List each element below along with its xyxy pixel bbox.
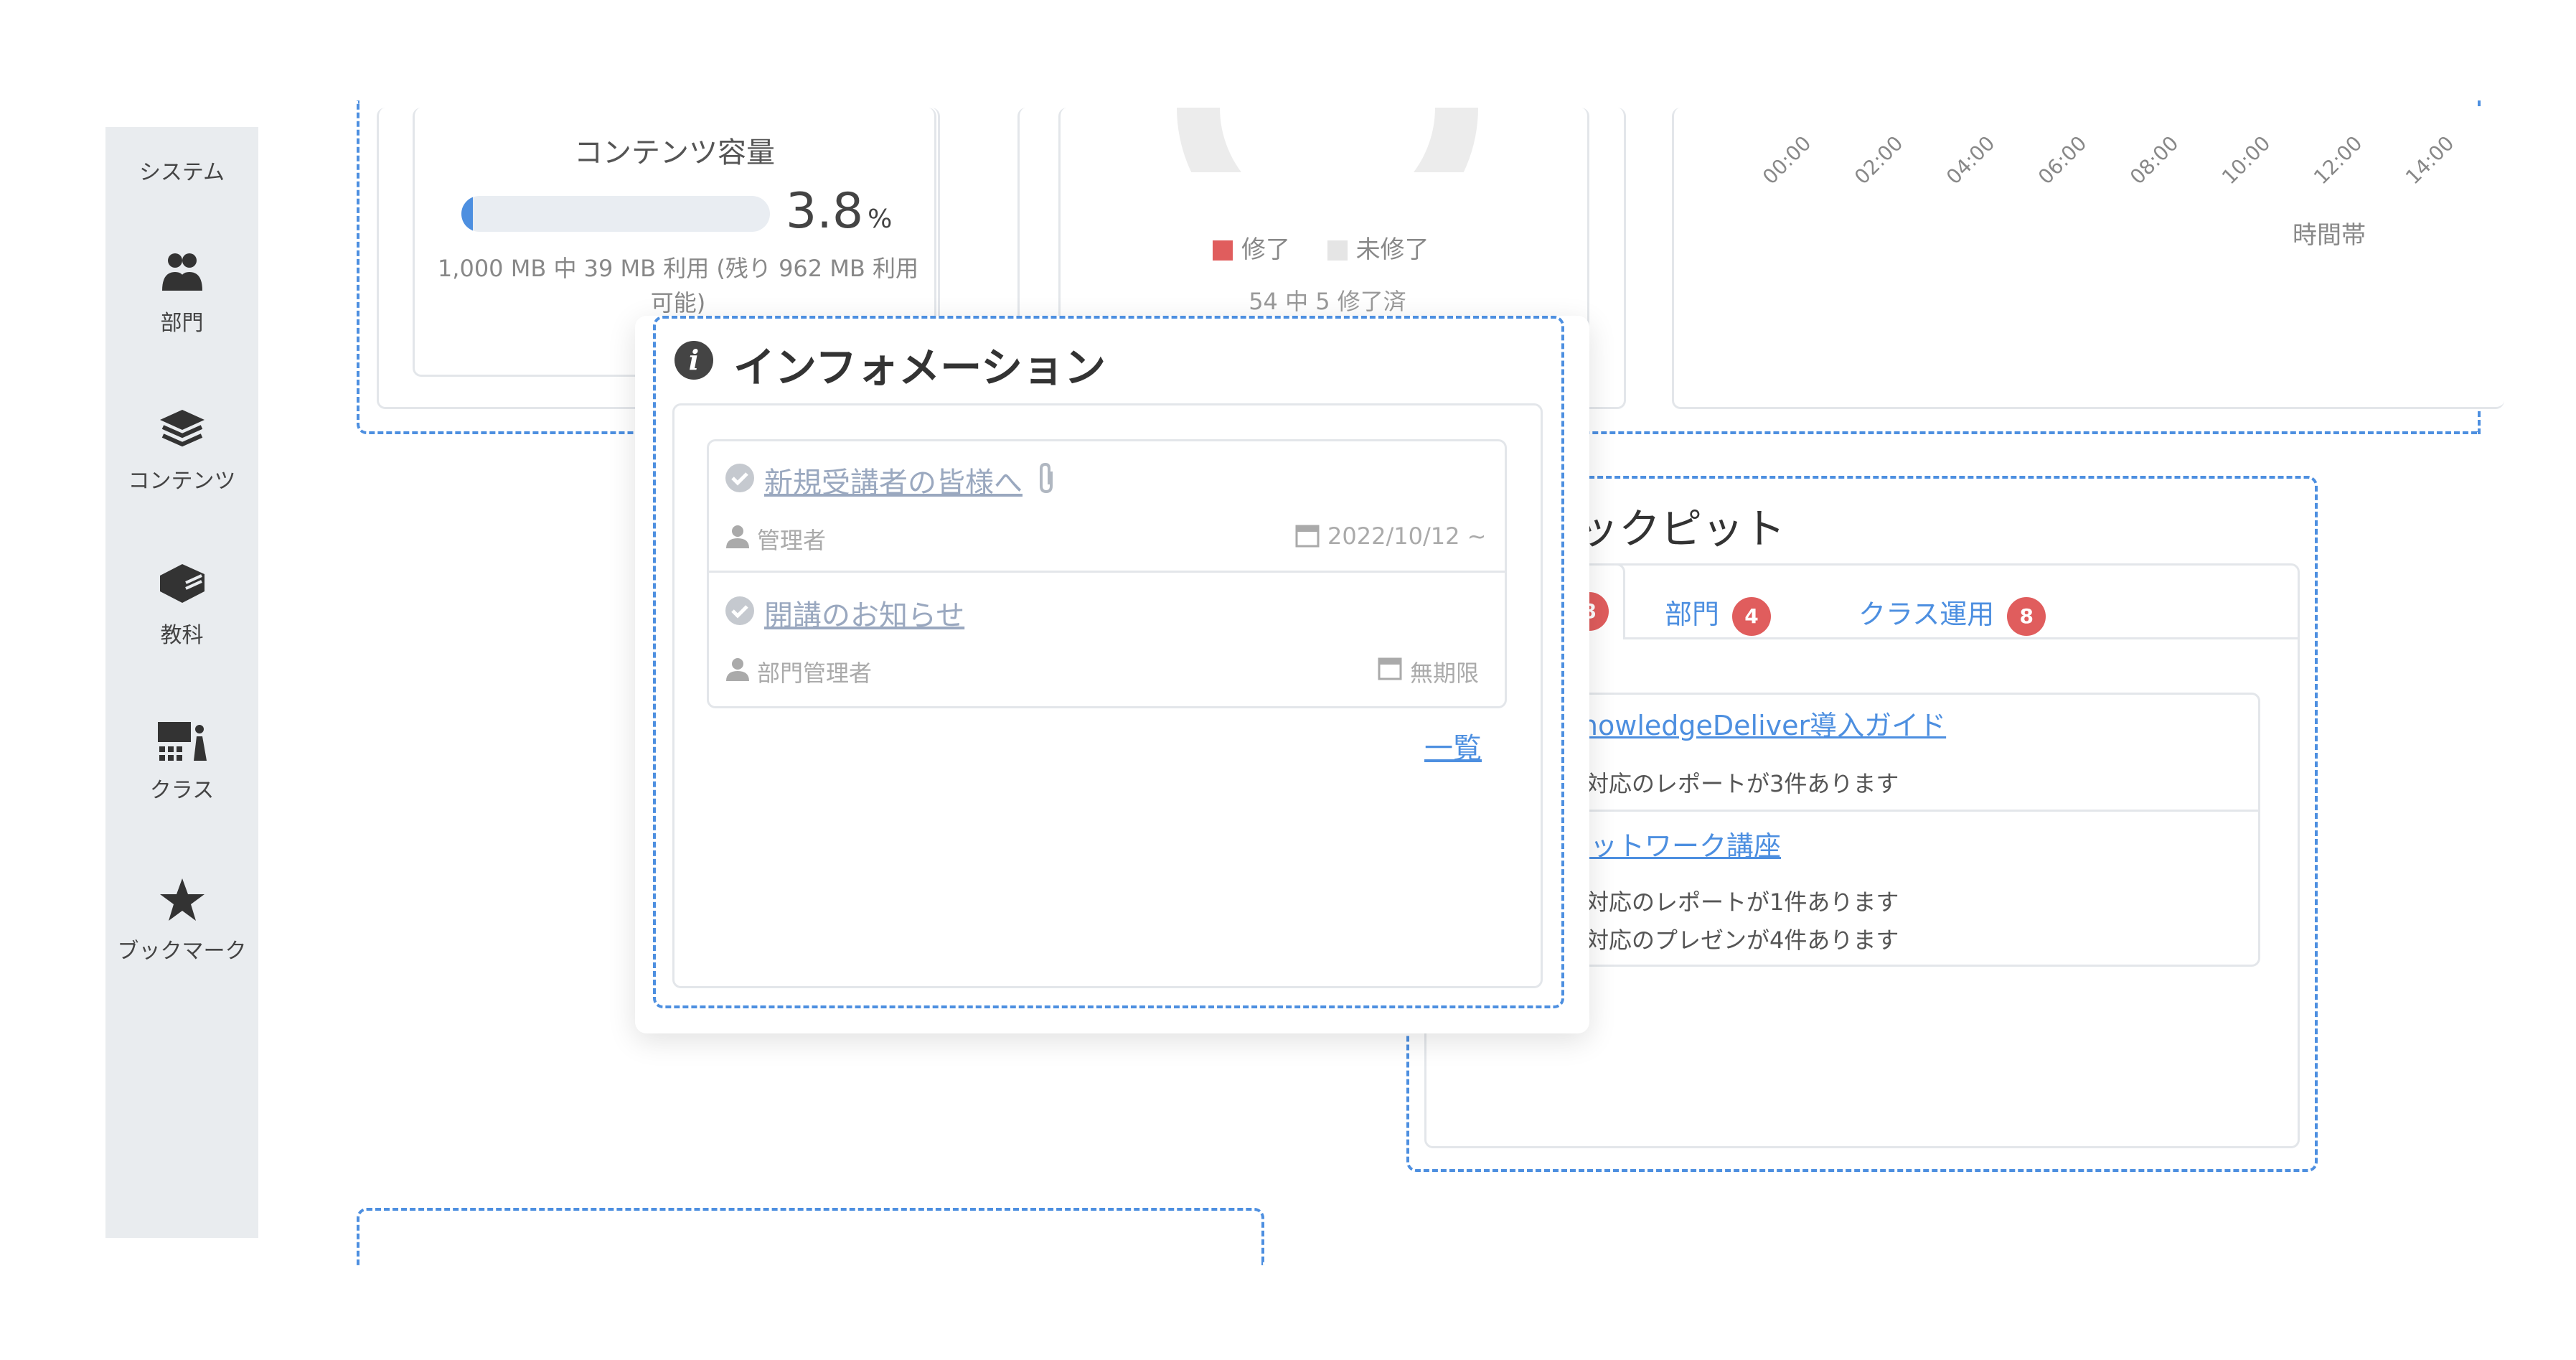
- user-icon: [725, 524, 751, 553]
- time-chart-axis-label: 時間帯: [2293, 221, 2366, 250]
- storage-percent-value: 3.8: [786, 183, 864, 240]
- check-circle-icon: [725, 463, 755, 496]
- sidebar-item-contents[interactable]: コンテンツ: [105, 407, 258, 494]
- completion-legend: 修了 未修了: [1213, 230, 1429, 265]
- sidebar-item-bookmark[interactable]: ブックマーク: [105, 877, 258, 965]
- sidebar-item-label: クラス: [149, 778, 215, 803]
- information-item-author: 部門管理者: [757, 660, 873, 687]
- info-icon: i: [674, 341, 713, 380]
- information-item-author: 管理者: [757, 527, 827, 554]
- sidebar-item-label: コンテンツ: [128, 469, 236, 494]
- information-list-divider: [707, 571, 1507, 573]
- cockpit-item-link[interactable]: KnowledgeDeliver導入ガイド: [1563, 703, 1946, 743]
- sidebar-item-label: 教科: [160, 623, 204, 648]
- cockpit-item-note: 未対応のレポートが1件あります: [1563, 888, 1899, 916]
- tab-count-badge: 8: [2007, 596, 2046, 636]
- tab-label: 部門: [1665, 599, 1720, 630]
- drop-zone-bottom: [357, 1208, 1264, 1265]
- paperclip-icon[interactable]: [1037, 461, 1056, 497]
- sidebar-item-system[interactable]: システム: [105, 147, 258, 186]
- information-more-link[interactable]: 一覧: [1424, 725, 1482, 766]
- sidebar-item-class[interactable]: クラス: [105, 719, 258, 804]
- storage-progress-bar: [461, 196, 770, 232]
- information-item-link[interactable]: 新規受講者の皆様へ: [764, 459, 1023, 501]
- legend-completed-swatch: [1213, 240, 1233, 261]
- sidebar: システム 部門 コンテンツ 教科 クラス ブックマーク: [105, 127, 258, 1238]
- sidebar-item-label: 部門: [160, 311, 204, 336]
- legend-incomplete-swatch: [1327, 240, 1348, 261]
- legend-completed-label: 修了: [1241, 235, 1290, 264]
- tab-count-badge: 4: [1732, 596, 1772, 636]
- completion-donut: [1177, 108, 1478, 172]
- cockpit-item-note: 未対応のレポートが3件あります: [1563, 770, 1899, 797]
- tab-label: クラス運用: [1858, 599, 1995, 630]
- tab-class-operation[interactable]: クラス運用 8: [1858, 592, 2046, 636]
- cockpit-list-divider: [1471, 810, 2260, 812]
- storage-percent: 3.8%: [786, 183, 892, 240]
- storage-usage-text: 1,000 MB 中 39 MB 利用 (残り 962 MB 利用可能): [437, 255, 919, 316]
- calendar-icon: [1295, 522, 1320, 551]
- storage-percent-unit: %: [868, 205, 893, 234]
- completion-summary: 54 中 5 修了済: [1249, 288, 1406, 315]
- sidebar-item-subject[interactable]: 教科: [105, 561, 258, 649]
- classroom-icon: [105, 719, 258, 765]
- tab-department[interactable]: 部門 4: [1665, 592, 1772, 636]
- user-icon: [725, 657, 751, 685]
- book-icon: [105, 561, 258, 610]
- donut-incomplete-arc: [1177, 108, 1478, 172]
- information-item-link[interactable]: 開講のお知らせ: [764, 592, 964, 634]
- users-icon: [105, 249, 258, 298]
- cockpit-item-note: 未対応のプレゼンが4件あります: [1563, 927, 1899, 954]
- storage-title: コンテンツ容量: [574, 136, 775, 169]
- layers-icon: [105, 407, 258, 456]
- information-item-date: 2022/10/12 ~: [1327, 522, 1487, 550]
- information-title: インフォメーション: [733, 343, 1106, 392]
- calendar-icon: [1378, 655, 1402, 684]
- sidebar-item-label: システム: [138, 160, 225, 185]
- check-circle-icon: [725, 596, 755, 629]
- star-icon: [105, 877, 258, 926]
- cockpit-item-link[interactable]: ネットワーク講座: [1563, 824, 1781, 863]
- information-item-date: 無期限: [1410, 660, 1480, 687]
- legend-incomplete-label: 未修了: [1355, 235, 1429, 264]
- sidebar-item-department[interactable]: 部門: [105, 249, 258, 337]
- sidebar-item-label: ブックマーク: [117, 939, 247, 964]
